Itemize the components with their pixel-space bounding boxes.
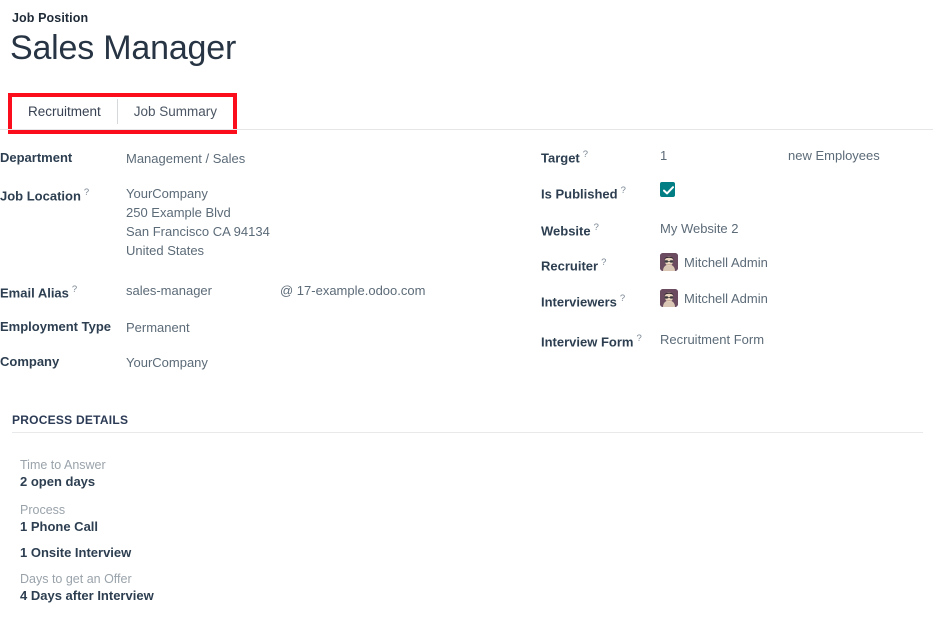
breadcrumb: Job Position (12, 11, 88, 25)
process-value: 1 Phone Call (20, 518, 98, 536)
field-interview-form-label: Interview Form? (541, 330, 660, 350)
tab-job-summary-label: Job Summary (134, 104, 217, 119)
tab-bar: Recruitment Job Summary (12, 97, 233, 126)
process-block-process-second: 1 Onsite Interview (20, 544, 131, 562)
help-icon[interactable]: ? (594, 222, 599, 233)
field-company-label: Company (0, 353, 126, 370)
label-text: Website (541, 223, 591, 238)
process-value: 1 Onsite Interview (20, 544, 131, 562)
help-icon[interactable]: ? (621, 185, 626, 196)
help-icon[interactable]: ? (601, 257, 606, 268)
field-company-value[interactable]: YourCompany (126, 353, 208, 372)
field-job-location-label: Job Location? (0, 184, 126, 204)
field-job-location: Job Location? YourCompany 250 Example Bl… (0, 184, 270, 260)
label-text: Is Published (541, 186, 618, 201)
email-alias-domain: @ 17-example.odoo.com (280, 281, 425, 300)
interviewer-name: Mitchell Admin (684, 291, 768, 306)
field-email-alias: Email Alias? sales-manager @ 17-example.… (0, 281, 425, 301)
field-target-label: Target? (541, 146, 660, 166)
recruiter-tag[interactable]: Mitchell Admin (660, 253, 768, 271)
address-line: 250 Example Blvd (126, 203, 270, 222)
process-details-heading: PROCESS DETAILS (12, 413, 128, 427)
process-block-days-to-offer: Days to get an Offer 4 Days after Interv… (20, 571, 154, 605)
field-recruiter: Recruiter? Mitchell Admin (541, 253, 768, 276)
field-website-value[interactable]: My Website 2 (660, 219, 739, 238)
help-icon[interactable]: ? (636, 333, 641, 344)
interviewer-tag[interactable]: Mitchell Admin (660, 289, 768, 307)
field-is-published: Is Published? (541, 182, 675, 202)
field-email-alias-label: Email Alias? (0, 281, 126, 301)
process-value: 2 open days (20, 473, 106, 491)
header-divider (0, 129, 933, 130)
label-text: Employment Type (0, 319, 111, 334)
recruiter-name: Mitchell Admin (684, 255, 768, 270)
field-target: Target? 1 new Employees (541, 146, 880, 166)
label-text: Company (0, 354, 59, 369)
process-details-divider (12, 432, 923, 433)
field-website-label: Website? (541, 219, 660, 239)
address-line: United States (126, 241, 270, 260)
field-job-location-value[interactable]: YourCompany 250 Example Blvd San Francis… (126, 184, 270, 260)
address-line: San Francisco CA 94134 (126, 222, 270, 241)
help-icon[interactable]: ? (72, 284, 77, 295)
field-interviewers: Interviewers? Mitchell Admin (541, 289, 768, 312)
label-text: Target (541, 150, 580, 165)
process-value: 4 Days after Interview (20, 587, 154, 605)
process-label: Days to get an Offer (20, 571, 154, 587)
field-interviewers-label: Interviewers? (541, 289, 660, 312)
page-title: Sales Manager (10, 29, 236, 68)
user-avatar-icon (660, 289, 678, 307)
field-website: Website? My Website 2 (541, 219, 739, 239)
is-published-checkbox[interactable] (660, 182, 675, 197)
target-input[interactable]: 1 (660, 146, 788, 165)
tab-recruitment[interactable]: Recruitment (12, 97, 117, 126)
label-text: Department (0, 150, 72, 165)
label-text: Interview Form (541, 334, 633, 349)
field-employment-type-value[interactable]: Permanent (126, 318, 190, 337)
address-line: YourCompany (126, 184, 270, 203)
tab-recruitment-label: Recruitment (28, 104, 101, 119)
process-block-time-to-answer: Time to Answer 2 open days (20, 457, 106, 491)
field-department: Department Management / Sales (0, 149, 245, 168)
help-icon[interactable]: ? (620, 293, 625, 304)
field-company: Company YourCompany (0, 353, 208, 372)
field-interview-form: Interview Form? Recruitment Form (541, 330, 764, 350)
field-employment-type-label: Employment Type (0, 318, 126, 335)
help-icon[interactable]: ? (84, 187, 89, 198)
label-text: Interviewers (541, 294, 617, 309)
label-text: Email Alias (0, 285, 69, 300)
field-interview-form-value[interactable]: Recruitment Form (660, 330, 764, 349)
field-is-published-label: Is Published? (541, 182, 660, 202)
email-alias-input[interactable]: sales-manager (126, 281, 280, 300)
process-label: Process (20, 502, 98, 518)
field-employment-type: Employment Type Permanent (0, 318, 190, 337)
user-avatar-icon (660, 253, 678, 271)
process-block-process: Process 1 Phone Call (20, 502, 98, 536)
field-department-label: Department (0, 149, 126, 166)
process-label: Time to Answer (20, 457, 106, 473)
tab-job-summary[interactable]: Job Summary (118, 97, 233, 126)
field-department-value[interactable]: Management / Sales (126, 149, 245, 168)
help-icon[interactable]: ? (583, 149, 588, 160)
field-recruiter-label: Recruiter? (541, 253, 660, 276)
label-text: Job Location (0, 188, 81, 203)
label-text: Recruiter (541, 258, 598, 273)
target-unit-label: new Employees (788, 146, 880, 165)
